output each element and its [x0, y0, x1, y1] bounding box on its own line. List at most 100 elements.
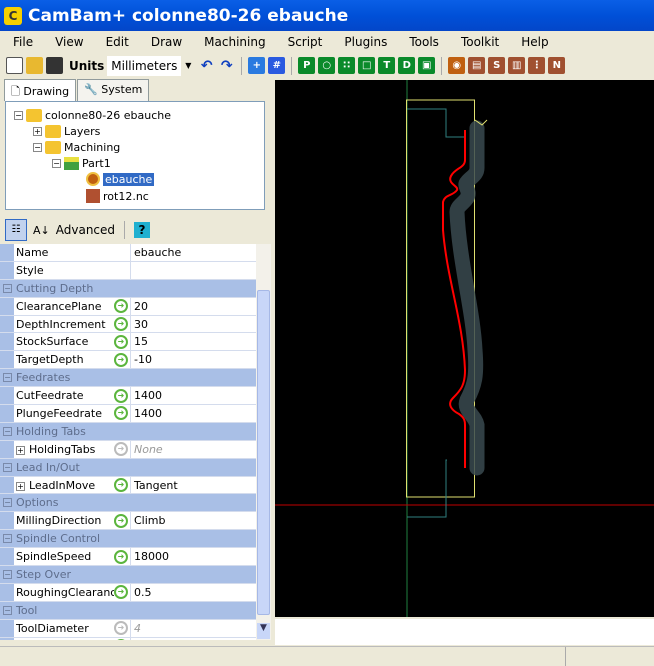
property-row[interactable]: +LeadInMove➜Tangent [0, 477, 256, 495]
inherit-value-icon[interactable]: ➜ [114, 478, 128, 492]
property-value[interactable]: 0.5 [130, 584, 256, 601]
default-value-icon[interactable]: ➜ [114, 621, 128, 635]
property-category[interactable]: −Holding Tabs [0, 423, 256, 441]
tab-system[interactable]: 🔧 System [77, 79, 149, 101]
lathe-op-icon[interactable]: ⋮ [528, 57, 545, 74]
region-icon[interactable]: D [398, 57, 415, 74]
property-row[interactable]: RoughingClearance➜0.5 [0, 584, 256, 602]
menu-tools[interactable]: Tools [396, 35, 448, 49]
property-category[interactable]: −Feedrates [0, 369, 256, 387]
text-icon[interactable]: T [378, 57, 395, 74]
message-area[interactable] [275, 619, 654, 645]
property-category[interactable]: −Step Over [0, 566, 256, 584]
expand-icon[interactable]: + [33, 127, 42, 136]
3d-surface-icon[interactable]: ▣ [418, 57, 435, 74]
nc-file-icon[interactable]: N [548, 57, 565, 74]
property-category[interactable]: −Cutting Depth [0, 280, 256, 298]
tree-item-ebauche[interactable]: ebauche [86, 171, 154, 187]
property-row[interactable]: ToolDiameter➜4 [0, 620, 256, 638]
inherit-value-icon[interactable]: ➜ [114, 335, 128, 349]
property-category[interactable]: −Spindle Control [0, 530, 256, 548]
tree-item-layers[interactable]: +Layers [33, 123, 100, 139]
sort-alpha-icon[interactable]: A↓ [33, 224, 50, 237]
inherit-value-icon[interactable]: ➜ [114, 514, 128, 528]
inherit-value-icon[interactable]: ➜ [114, 585, 128, 599]
property-value[interactable]: 15 [130, 333, 256, 350]
scrollbar-thumb[interactable] [257, 290, 270, 615]
collapse-icon[interactable]: − [52, 159, 61, 168]
property-row[interactable]: PlungeFeedrate➜1400 [0, 405, 256, 423]
inherit-value-icon[interactable]: ➜ [114, 317, 128, 331]
menu-view[interactable]: View [42, 35, 92, 49]
pocket-op-icon[interactable]: ▤ [468, 57, 485, 74]
property-value[interactable]: 30 [130, 316, 256, 333]
property-row[interactable]: DepthIncrement➜30 [0, 316, 256, 334]
collapse-icon[interactable]: − [33, 143, 42, 152]
collapse-icon[interactable]: − [3, 373, 12, 382]
menu-script[interactable]: Script [275, 35, 332, 49]
property-category[interactable]: −Options [0, 494, 256, 512]
expand-icon[interactable]: + [16, 446, 25, 455]
property-category[interactable]: −Lead In/Out [0, 459, 256, 477]
engrave-op-icon[interactable]: S [488, 57, 505, 74]
rectangle-icon[interactable]: □ [358, 57, 375, 74]
property-row[interactable]: +HoldingTabs➜None [0, 441, 256, 459]
property-value[interactable]: ebauche [130, 244, 256, 261]
tree-item-root[interactable]: −colonne80-26 ebauche [14, 107, 171, 123]
collapse-icon[interactable]: − [3, 463, 12, 472]
save-icon[interactable] [46, 57, 63, 74]
property-value[interactable]: Tangent [130, 477, 256, 494]
property-value[interactable]: 1 [130, 638, 256, 640]
inherit-value-icon[interactable]: ➜ [114, 550, 128, 564]
categorized-icon[interactable]: ☷ [5, 219, 27, 241]
default-value-icon[interactable]: ➜ [114, 442, 128, 456]
tree-item-part[interactable]: −Part1 [52, 155, 111, 171]
menu-toolkit[interactable]: Toolkit [448, 35, 508, 49]
property-row[interactable]: Nameebauche [0, 244, 256, 262]
redo-icon[interactable]: ↷ [218, 57, 235, 74]
property-value[interactable] [130, 262, 256, 279]
property-value[interactable]: 1400 [130, 387, 256, 404]
inherit-value-icon[interactable]: ➜ [114, 299, 128, 313]
property-row[interactable]: ToolNumber➜1 [0, 638, 256, 640]
property-value[interactable]: 4 [130, 620, 256, 637]
inherit-value-icon[interactable]: ➜ [114, 353, 128, 367]
polyline-icon[interactable]: P [298, 57, 315, 74]
collapse-icon[interactable]: − [3, 427, 12, 436]
grid-icon[interactable]: # [268, 57, 285, 74]
collapse-icon[interactable]: − [3, 534, 12, 543]
property-value[interactable]: 1400 [130, 405, 256, 422]
inherit-value-icon[interactable]: ➜ [114, 639, 128, 640]
collapse-icon[interactable]: − [3, 570, 12, 579]
tree-item-machining[interactable]: −Machining [33, 139, 120, 155]
property-category[interactable]: −Tool [0, 602, 256, 620]
profile-op-icon[interactable]: ◉ [448, 57, 465, 74]
collapse-icon[interactable]: − [3, 498, 12, 507]
collapse-icon[interactable]: − [14, 111, 23, 120]
property-value[interactable]: 18000 [130, 548, 256, 565]
property-row[interactable]: SpindleSpeed➜18000 [0, 548, 256, 566]
open-folder-icon[interactable] [26, 57, 43, 74]
help-icon[interactable]: ? [134, 222, 150, 238]
property-row[interactable]: ClearancePlane➜20 [0, 298, 256, 316]
inherit-value-icon[interactable]: ➜ [114, 406, 128, 420]
drawing-canvas[interactable] [275, 80, 654, 617]
drill-op-icon[interactable]: ▥ [508, 57, 525, 74]
tab-drawing[interactable]: 🗋 Drawing [4, 79, 76, 101]
property-row[interactable]: Style [0, 262, 256, 280]
menu-edit[interactable]: Edit [93, 35, 138, 49]
menu-help[interactable]: Help [508, 35, 557, 49]
advanced-button[interactable]: Advanced [56, 223, 115, 237]
new-file-icon[interactable] [6, 57, 23, 74]
inherit-value-icon[interactable]: ➜ [114, 389, 128, 403]
points-icon[interactable]: ∷ [338, 57, 355, 74]
property-value[interactable]: Climb [130, 512, 256, 529]
collapse-icon[interactable]: − [3, 606, 12, 615]
property-value[interactable]: 20 [130, 298, 256, 315]
property-row[interactable]: TargetDepth➜-10 [0, 351, 256, 369]
undo-icon[interactable]: ↶ [198, 57, 215, 74]
expand-icon[interactable]: + [16, 482, 25, 491]
property-row[interactable]: CutFeedrate➜1400 [0, 387, 256, 405]
property-value[interactable]: -10 [130, 351, 256, 368]
circle-icon[interactable]: ○ [318, 57, 335, 74]
